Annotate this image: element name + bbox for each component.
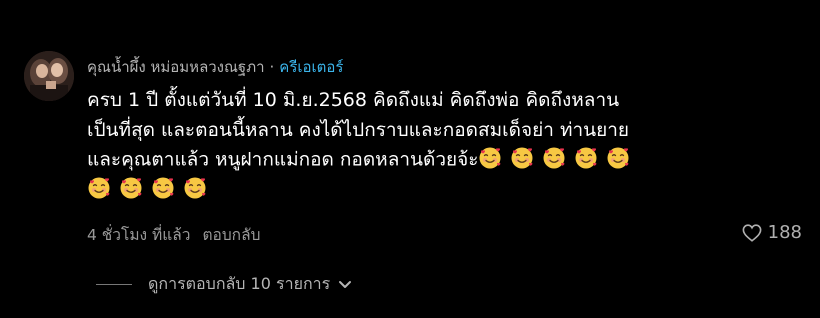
comment-meta: 4 ชั่วโมง ที่แล้ว ตอบกลับ bbox=[87, 222, 260, 247]
smiling-face-with-hearts-icon bbox=[574, 146, 598, 170]
comment-line: ครบ 1 ปี ตั้งแต่วันที่ 10 มิ.ย.2568 คิดถ… bbox=[87, 89, 620, 111]
chevron-down-icon bbox=[339, 280, 352, 288]
comment-item: คุณน้ำผึ้ง หม่อมหลวงณฐภา · ครีเอเตอร์ ครบ … bbox=[0, 0, 820, 318]
author-name[interactable]: คุณน้ำผึ้ง หม่อมหลวงณฐภา bbox=[87, 58, 265, 76]
emoji-row bbox=[87, 175, 215, 205]
comment-line: และคุณตาแล้ว หนูฝากแม่กอด กอดหลานด้วยจ้ะ bbox=[87, 145, 727, 175]
comment-body: ครบ 1 ปี ตั้งแต่วันที่ 10 มิ.ย.2568 คิดถ… bbox=[87, 86, 727, 205]
header-separator: · bbox=[269, 58, 275, 76]
timestamp: 4 ชั่วโมง ที่แล้ว bbox=[87, 226, 191, 244]
like-button[interactable]: 188 bbox=[742, 222, 802, 243]
smiling-face-with-hearts-icon bbox=[87, 176, 111, 200]
comment-line bbox=[87, 175, 727, 205]
smiling-face-with-hearts-icon bbox=[478, 146, 502, 170]
smiling-face-with-hearts-icon bbox=[119, 176, 143, 200]
comment-line-text: และคุณตาแล้ว หนูฝากแม่กอด กอดหลานด้วยจ้ะ bbox=[87, 148, 479, 171]
comment-line: เป็นที่สุด และตอนนี้หลาน คงได้ไปกราบและก… bbox=[87, 118, 630, 141]
view-replies-label: ดูการตอบกลับ 10 รายการ bbox=[148, 274, 331, 293]
creator-badge: ครีเอเตอร์ bbox=[279, 58, 344, 76]
heart-icon bbox=[742, 223, 762, 242]
smiling-face-with-hearts-icon bbox=[151, 176, 175, 200]
like-count: 188 bbox=[767, 222, 802, 243]
avatar[interactable] bbox=[24, 51, 74, 101]
smiling-face-with-hearts-icon bbox=[510, 146, 534, 170]
view-replies-button[interactable]: ดูการตอบกลับ 10 รายการ bbox=[96, 272, 352, 297]
smiling-face-with-hearts-icon bbox=[183, 176, 207, 200]
divider-line bbox=[96, 284, 132, 285]
smiling-face-with-hearts-icon bbox=[606, 146, 630, 170]
reply-button[interactable]: ตอบกลับ bbox=[202, 226, 260, 244]
smiling-face-with-hearts-icon bbox=[542, 146, 566, 170]
avatar-photo bbox=[24, 51, 74, 101]
emoji-row bbox=[478, 145, 638, 175]
comment-header: คุณน้ำผึ้ง หม่อมหลวงณฐภา · ครีเอเตอร์ bbox=[87, 56, 343, 78]
